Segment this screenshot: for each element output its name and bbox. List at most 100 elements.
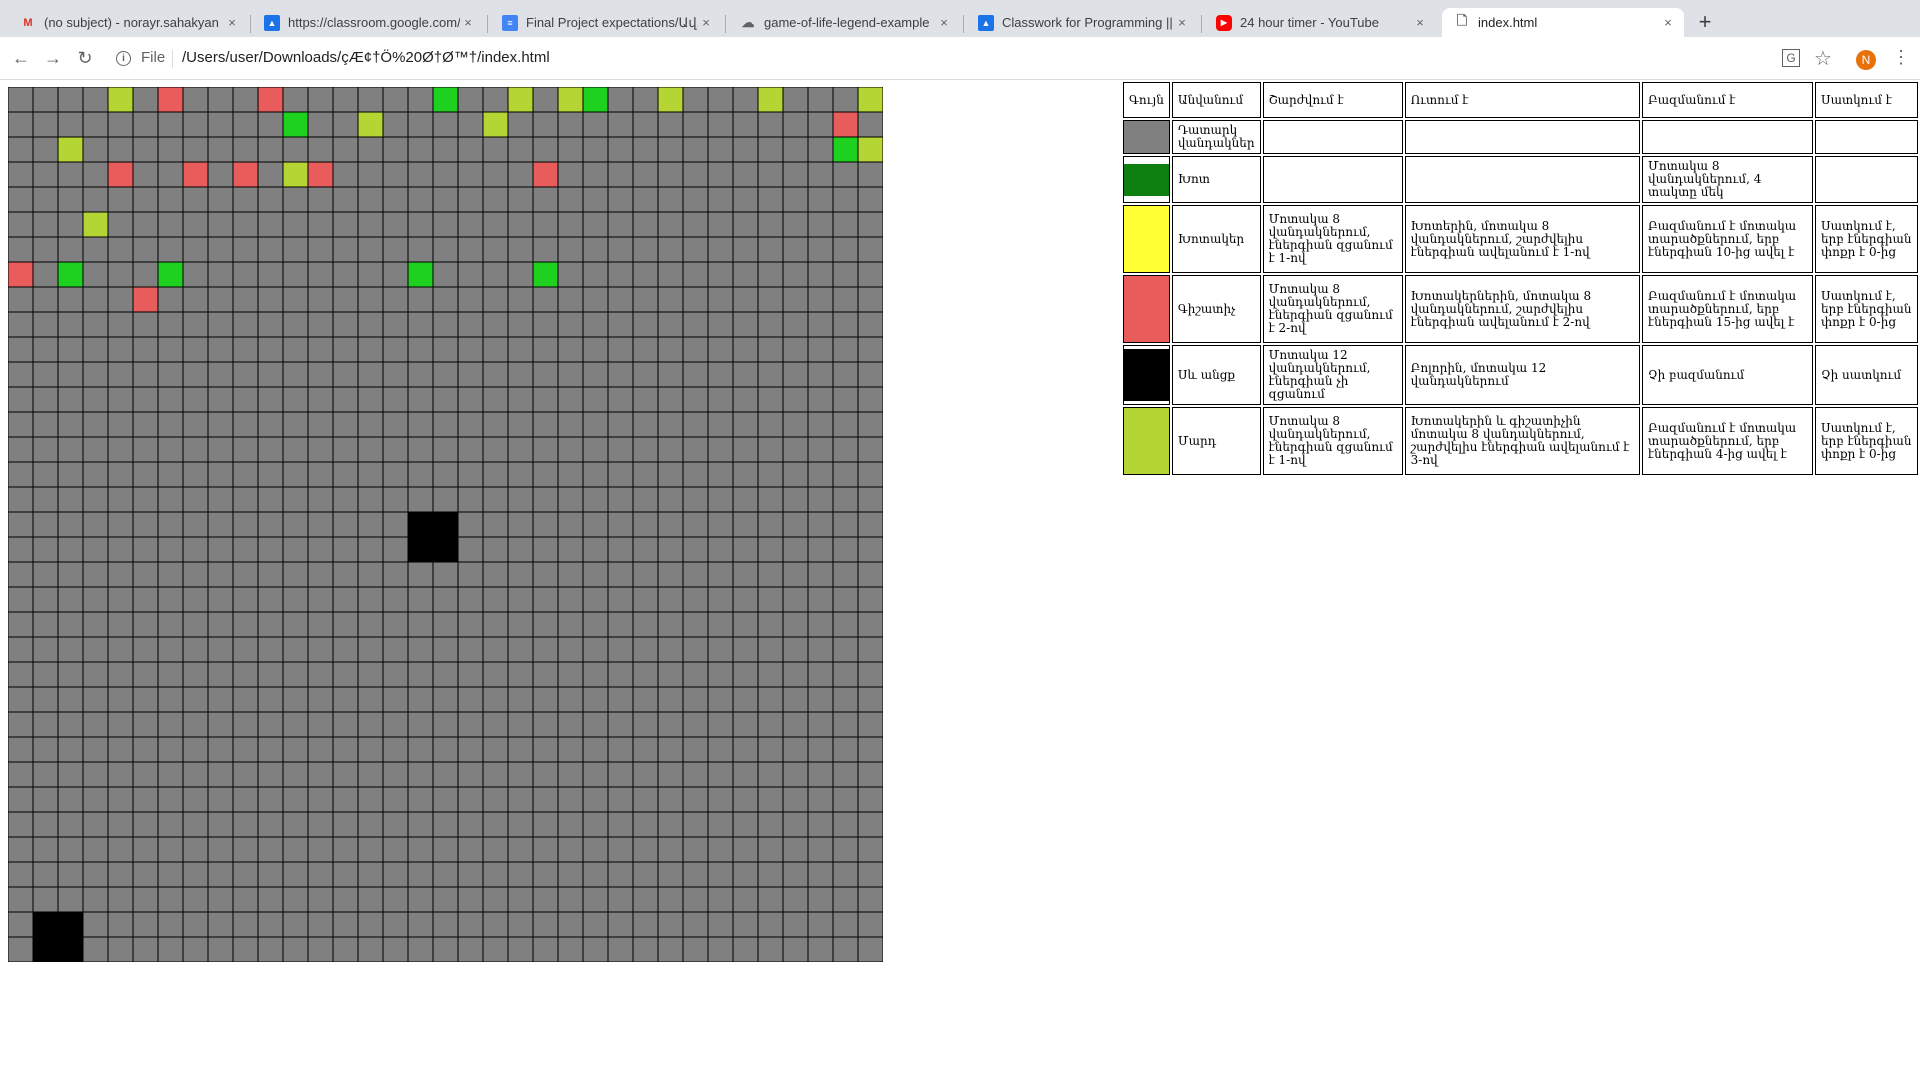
grid-cell bbox=[782, 286, 809, 313]
avatar[interactable]: N bbox=[1856, 50, 1876, 70]
tab-divider bbox=[963, 15, 964, 33]
grid-cell bbox=[57, 786, 84, 813]
grid-cell bbox=[32, 761, 59, 788]
grid-cell bbox=[482, 736, 509, 763]
header-name: Անվանում bbox=[1171, 82, 1261, 118]
tab-docs[interactable]: ≡ Final Project expectations/Ավ... × bbox=[490, 8, 722, 37]
grid-cell bbox=[557, 511, 584, 538]
game-canvas[interactable] bbox=[8, 87, 883, 962]
close-icon[interactable]: × bbox=[460, 15, 476, 30]
grid-cell bbox=[782, 511, 809, 538]
grid-cell bbox=[682, 336, 709, 363]
close-icon[interactable]: × bbox=[224, 15, 240, 30]
grid-cell bbox=[582, 811, 609, 838]
grid-cell bbox=[382, 661, 409, 688]
grid-cell bbox=[107, 236, 134, 263]
grid-cell bbox=[757, 861, 784, 888]
close-icon[interactable]: × bbox=[936, 15, 952, 30]
tab-classroom[interactable]: ▲ https://classroom.google.com/ × bbox=[252, 8, 484, 37]
grid-cell bbox=[732, 236, 759, 263]
translate-icon[interactable]: G bbox=[1782, 49, 1800, 67]
grid-cell bbox=[132, 636, 159, 663]
grid-cell bbox=[482, 861, 509, 888]
grid-cell bbox=[182, 811, 209, 838]
grid-cell bbox=[507, 886, 534, 913]
grid-cell bbox=[432, 611, 459, 638]
grid-cell bbox=[457, 511, 484, 538]
grid-cell bbox=[832, 261, 859, 288]
grid-cell bbox=[82, 161, 109, 188]
grid-cell bbox=[582, 311, 609, 338]
grid-cell bbox=[807, 136, 834, 163]
grid-cell bbox=[307, 686, 334, 713]
back-icon[interactable]: ← bbox=[8, 45, 34, 71]
grid-cell bbox=[632, 211, 659, 238]
menu-icon[interactable]: ⋮ bbox=[1892, 47, 1910, 67]
grid-cell bbox=[582, 361, 609, 388]
grid-cell bbox=[257, 936, 284, 962]
grid-cell bbox=[357, 911, 384, 938]
grid-cell bbox=[482, 361, 509, 388]
grid-cell bbox=[657, 861, 684, 888]
tab-index-html[interactable]: 🗋 index.html × bbox=[1442, 8, 1684, 37]
close-icon[interactable]: × bbox=[1660, 15, 1676, 30]
tab-classwork[interactable]: ▲ Classwork for Programming || A × bbox=[966, 8, 1198, 37]
grid-cell bbox=[507, 711, 534, 738]
grid-cell bbox=[857, 586, 883, 613]
grid-cell bbox=[732, 136, 759, 163]
grid-cell bbox=[432, 411, 459, 438]
grid-cell bbox=[407, 87, 434, 113]
grid-cell bbox=[282, 836, 309, 863]
grid-cell bbox=[32, 336, 59, 363]
grid-cell bbox=[257, 811, 284, 838]
close-icon[interactable]: × bbox=[1412, 15, 1428, 30]
grid-cell bbox=[8, 436, 34, 463]
grid-cell bbox=[57, 436, 84, 463]
grid-cell bbox=[757, 686, 784, 713]
grid-cell bbox=[82, 286, 109, 313]
grid-cell bbox=[507, 486, 534, 513]
tab-gmail[interactable]: M (no subject) - norayr.sahakyan × bbox=[8, 8, 248, 37]
grid-cell bbox=[507, 361, 534, 388]
grid-cell bbox=[857, 186, 883, 213]
grid-cell bbox=[507, 611, 534, 638]
grid-cell bbox=[332, 511, 359, 538]
grid-cell bbox=[782, 186, 809, 213]
grid-cell bbox=[282, 911, 309, 938]
forward-icon[interactable]: → bbox=[40, 45, 66, 71]
star-icon[interactable]: ☆ bbox=[1814, 46, 1832, 71]
grid-cell bbox=[232, 161, 259, 188]
info-icon[interactable]: i bbox=[116, 51, 131, 66]
tab-cloud[interactable]: ☁ game-of-life-legend-example × bbox=[728, 8, 960, 37]
grid-cell bbox=[357, 461, 384, 488]
reload-icon[interactable]: ↻ bbox=[72, 45, 98, 71]
grid-cell bbox=[407, 361, 434, 388]
grid-cell bbox=[582, 736, 609, 763]
grid-cell bbox=[107, 786, 134, 813]
grid-cell bbox=[732, 511, 759, 538]
grid-cell bbox=[332, 886, 359, 913]
grid-cell bbox=[857, 161, 883, 188]
grid-cell bbox=[782, 886, 809, 913]
grid-cell bbox=[732, 211, 759, 238]
grid-cell bbox=[57, 286, 84, 313]
address-bar[interactable]: /Users/user/Downloads/çÆ¢†Ö%20Ø†Ø™†/inde… bbox=[182, 49, 550, 66]
color-swatch bbox=[1123, 407, 1170, 475]
row-name: Խոտակեր bbox=[1171, 205, 1261, 273]
grid-cell bbox=[332, 486, 359, 513]
new-tab-button[interactable]: + bbox=[1692, 10, 1718, 36]
grid-cell bbox=[32, 836, 59, 863]
close-icon[interactable]: × bbox=[698, 15, 714, 30]
grid-cell bbox=[832, 661, 859, 688]
tab-youtube[interactable]: ▶ 24 hour timer - YouTube × bbox=[1204, 8, 1436, 37]
close-icon[interactable]: × bbox=[1174, 15, 1190, 30]
grid-cell bbox=[707, 186, 734, 213]
grid-cell bbox=[482, 161, 509, 188]
grid-cell bbox=[157, 836, 184, 863]
grid-cell bbox=[657, 336, 684, 363]
grid-cell bbox=[207, 711, 234, 738]
grid-cell bbox=[457, 861, 484, 888]
grid-cell bbox=[157, 536, 184, 563]
grid-cell bbox=[682, 286, 709, 313]
grid-cell bbox=[257, 411, 284, 438]
